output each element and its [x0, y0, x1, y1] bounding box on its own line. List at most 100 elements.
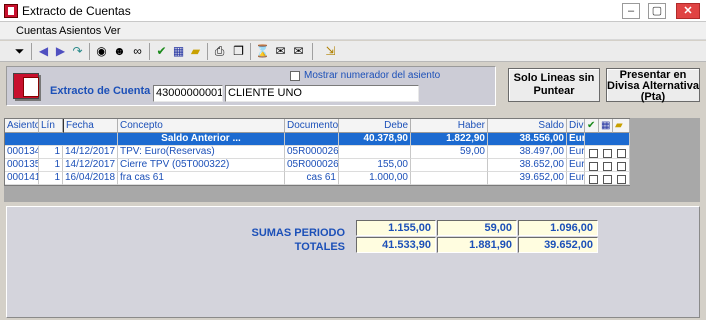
binoculars-icon[interactable]: ∞	[129, 43, 146, 60]
solo-lineas-line1: Solo Lineas sin	[513, 72, 595, 84]
ledger-book-icon	[13, 73, 39, 99]
saldo-anterior-debe: 40.378,90	[339, 133, 411, 146]
totales-saldo: 39.652,00	[518, 237, 598, 253]
col-haber[interactable]: Haber	[411, 119, 488, 133]
menu-cuentas[interactable]: Cuentas	[16, 25, 57, 37]
row-div: Eur	[567, 172, 585, 185]
check-icon[interactable]: ✔	[153, 43, 170, 60]
row-debe	[339, 146, 411, 159]
row-saldo: 38.652,00	[488, 159, 567, 172]
solo-lineas-line2: Puntear	[533, 85, 575, 97]
row-fecha: 16/04/2018	[63, 172, 118, 185]
close-button[interactable]: ✕	[676, 3, 700, 19]
account-header-panel: Extracto de Cuenta Mostrar numerador del…	[6, 66, 496, 106]
row-concepto: fra cas 61	[118, 172, 285, 185]
col-saldo[interactable]: Saldo	[488, 119, 567, 133]
account-name-field[interactable]: CLIENTE UNO	[225, 85, 419, 102]
arrow-left-icon[interactable]: ◀	[35, 43, 52, 60]
filter-icon[interactable]: ⏷	[11, 43, 28, 60]
col-lin[interactable]: Lín	[39, 119, 63, 133]
toolbar-separator	[207, 43, 208, 60]
row-concepto: TPV: Euro(Reservas)	[118, 146, 285, 159]
grid-empty-area-bottom	[4, 186, 700, 202]
exit-icon[interactable]: ⇲	[322, 43, 339, 60]
row-asiento: 000135	[5, 159, 39, 172]
grid-empty-area-right	[630, 118, 700, 186]
folder-icon[interactable]: ▰	[187, 43, 204, 60]
col-asiento[interactable]: Asiento	[5, 119, 39, 133]
saldo-anterior-div: Eur	[567, 133, 585, 146]
col-debe[interactable]: Debe	[339, 119, 411, 133]
row-check-checkbox[interactable]	[589, 175, 598, 184]
saldo-anterior-haber: 1.822,90	[411, 133, 488, 146]
sumas-periodo-label: SUMAS PERIODO	[251, 227, 345, 239]
mostrar-numerador-label: Mostrar numerador del asiento	[304, 70, 441, 81]
col-chart-icon[interactable]: ▦	[599, 119, 613, 133]
row-haber	[411, 159, 488, 172]
row-saldo: 39.652,00	[488, 172, 567, 185]
row-chart-checkbox[interactable]	[603, 175, 612, 184]
row-lin: 1	[39, 146, 63, 159]
totales-haber: 1.881,90	[437, 237, 517, 253]
row-chart-checkbox[interactable]	[603, 149, 612, 158]
col-check-icon[interactable]: ✔	[585, 119, 599, 133]
col-documento[interactable]: Documento	[285, 119, 339, 133]
copy-icon[interactable]: ❐	[230, 43, 247, 60]
movements-grid: Asiento Lín Fecha Concepto Documento Deb…	[4, 118, 630, 186]
presentar-divisa-button[interactable]: Presentar en Divisa Alternativa (Pta)	[606, 68, 700, 103]
mail-open-icon[interactable]: ✉	[290, 43, 307, 60]
chart-icon[interactable]: ▦	[170, 43, 187, 60]
row-div: Eur	[567, 159, 585, 172]
row-fecha: 14/12/2017	[63, 159, 118, 172]
redo-icon[interactable]: ↷	[69, 43, 86, 60]
saldo-anterior-saldo: 38.556,00	[488, 133, 567, 146]
row-div: Eur	[567, 146, 585, 159]
print-icon[interactable]: ⎙	[211, 43, 228, 60]
toolbar-separator	[149, 43, 150, 60]
sumas-periodo-haber: 59,00	[437, 220, 517, 236]
extracto-label: Extracto de Cuenta	[50, 85, 151, 97]
row-folder-checkbox[interactable]	[617, 149, 626, 158]
row-concepto: Cierre TPV (05T000322)	[118, 159, 285, 172]
solo-lineas-sin-puntear-button[interactable]: Solo Lineas sin Puntear	[508, 68, 600, 102]
sumas-periodo-saldo: 1.096,00	[518, 220, 598, 236]
totales-label: TOTALES	[294, 241, 345, 253]
row-check-checkbox[interactable]	[589, 162, 598, 171]
toolbar: ⏷ ◀ ▶ ↷ ◉ ☻ ∞ ✔ ▦ ▰ ⎙ ❐ ⌛ ✉ ✉ ⇲	[0, 41, 706, 62]
row-debe: 155,00	[339, 159, 411, 172]
title-bar: Extracto de Cuentas ‒ ▢ ✕	[0, 0, 706, 22]
row-saldo: 38.497,00	[488, 146, 567, 159]
row-haber: 59,00	[411, 146, 488, 159]
totales-debe: 41.533,90	[356, 237, 436, 253]
row-folder-checkbox[interactable]	[617, 175, 626, 184]
row-check-checkbox[interactable]	[589, 149, 598, 158]
toolbar-separator	[250, 43, 251, 60]
saldo-anterior-concepto: Saldo Anterior ...	[118, 133, 285, 146]
row-chart-checkbox[interactable]	[603, 162, 612, 171]
row-folder-checkbox[interactable]	[617, 162, 626, 171]
presentar-line3: (Pta)	[640, 91, 666, 103]
app-book-icon	[4, 4, 18, 18]
row-asiento: 000134	[5, 146, 39, 159]
mostrar-numerador-checkbox[interactable]	[290, 71, 300, 81]
col-div[interactable]: Div	[567, 119, 585, 133]
search-icon[interactable]: ◉	[93, 43, 110, 60]
hourglass-icon[interactable]: ⌛	[254, 43, 271, 60]
toolbar-separator	[31, 43, 32, 60]
find-person-icon[interactable]: ☻	[111, 43, 128, 60]
saldo-anterior-flags	[585, 133, 630, 146]
minimize-button[interactable]: ‒	[622, 3, 640, 19]
menu-asientos[interactable]: Asientos	[59, 25, 101, 37]
arrow-right-icon[interactable]: ▶	[52, 43, 69, 60]
col-concepto[interactable]: Concepto	[118, 119, 285, 133]
maximize-button[interactable]: ▢	[648, 3, 666, 19]
row-asiento: 000141	[5, 172, 39, 185]
mail-icon[interactable]: ✉	[272, 43, 289, 60]
col-folder-icon[interactable]: ▰	[613, 119, 630, 133]
row-lin: 1	[39, 159, 63, 172]
row-fecha: 14/12/2017	[63, 146, 118, 159]
menu-ver[interactable]: Ver	[104, 25, 121, 37]
toolbar-separator	[312, 43, 313, 60]
account-code-field[interactable]: 43000000001	[153, 85, 223, 102]
col-fecha[interactable]: Fecha	[63, 119, 118, 133]
